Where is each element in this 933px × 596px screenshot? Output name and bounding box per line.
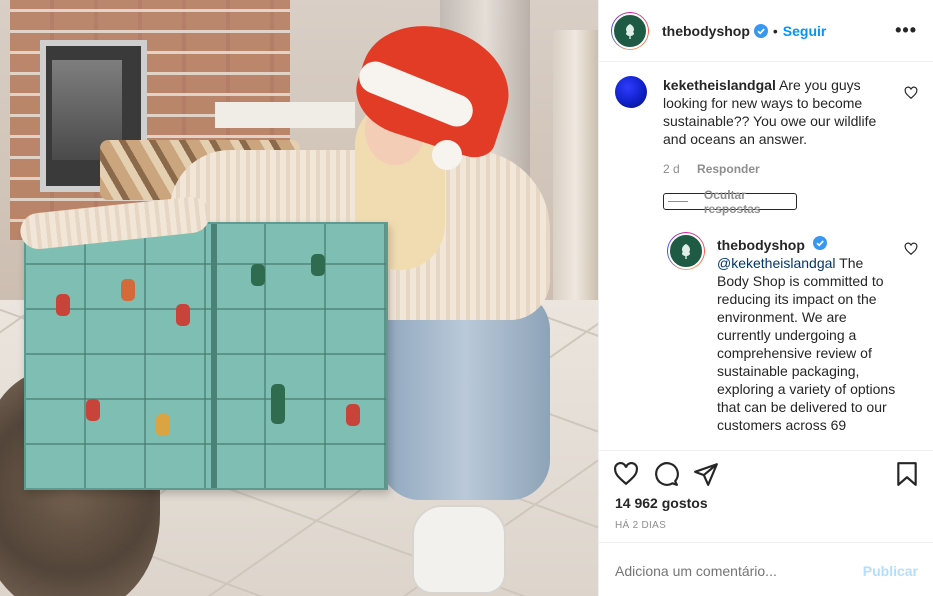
photo-jeans	[380, 290, 550, 500]
comment-meta: 2 d Responder	[663, 162, 774, 176]
comments-list[interactable]: keketheislandgal Are you guys looking fo…	[599, 62, 933, 450]
reply-text: The Body Shop is committed to reducing i…	[717, 255, 896, 433]
post-date[interactable]: HÁ 2 DIAS	[615, 520, 666, 531]
post-header: thebodyshop • Seguir •••	[599, 0, 933, 62]
comment-time: 2 d	[663, 162, 680, 176]
add-comment-input[interactable]	[615, 563, 845, 579]
photo-calendar-figure	[176, 304, 190, 326]
photo-calendar-figure	[121, 279, 135, 301]
separator-dot: •	[772, 22, 778, 39]
reply-author-avatar[interactable]	[667, 232, 705, 270]
commenter-avatar[interactable]	[615, 76, 647, 108]
reply-author-avatar-image	[668, 233, 704, 269]
author-username[interactable]: thebodyshop	[662, 23, 750, 39]
like-comment-heart-icon[interactable]	[904, 86, 918, 100]
share-paper-plane-icon[interactable]	[693, 461, 719, 487]
comment-body: keketheislandgal Are you guys looking fo…	[663, 76, 898, 148]
author-avatar[interactable]	[611, 11, 649, 50]
like-reply-heart-icon[interactable]	[904, 242, 918, 256]
photo-calendar-figure	[311, 254, 325, 276]
verified-badge-icon	[812, 236, 827, 250]
post-photo[interactable]	[0, 0, 598, 596]
photo-calendar-figure	[346, 404, 360, 426]
likes-count[interactable]: 14 962 gostos	[615, 495, 708, 511]
reply-body: thebodyshop @keketheislandgal The Body S…	[717, 236, 898, 434]
photo-advent-calendar	[24, 222, 388, 490]
hide-replies-line	[668, 201, 688, 202]
reply-username[interactable]: thebodyshop	[717, 237, 805, 253]
photo-calendar-figure	[86, 399, 100, 421]
photo-calendar-figure	[56, 294, 70, 316]
instagram-post: thebodyshop • Seguir ••• keketheislandga…	[0, 0, 933, 596]
photo-calendar-figure	[251, 264, 265, 286]
comment-bubble-icon[interactable]	[653, 461, 679, 487]
reply-mention-link[interactable]: @keketheislandgal	[717, 255, 836, 271]
photo-calendar-spine	[211, 224, 217, 488]
hide-replies-label: Ocultar respostas	[703, 187, 761, 216]
author-avatar-image	[612, 12, 648, 49]
add-comment-bar: Publicar	[599, 542, 933, 596]
more-options-button[interactable]: •••	[895, 20, 917, 41]
photo-calendar-figure	[156, 414, 170, 436]
post-actions-bar	[599, 450, 933, 491]
photo-santa-hat-pom	[432, 140, 462, 170]
photo-calendar-tree	[271, 384, 285, 424]
follow-button[interactable]: Seguir	[783, 23, 827, 39]
publish-button[interactable]: Publicar	[863, 563, 918, 579]
tree-logo-icon	[626, 23, 634, 39]
like-heart-icon[interactable]	[613, 461, 639, 487]
hide-replies-button[interactable]: Ocultar respostas	[663, 188, 797, 216]
verified-badge-icon	[753, 23, 768, 38]
reply-button[interactable]: Responder	[697, 162, 760, 176]
post-side-panel: thebodyshop • Seguir ••• keketheislandga…	[598, 0, 933, 596]
photo-sneaker	[412, 505, 506, 594]
tree-logo-icon	[682, 244, 690, 259]
photo-mantel	[215, 102, 355, 128]
commenter-username[interactable]: keketheislandgal	[663, 77, 776, 93]
save-bookmark-icon[interactable]	[894, 461, 920, 487]
